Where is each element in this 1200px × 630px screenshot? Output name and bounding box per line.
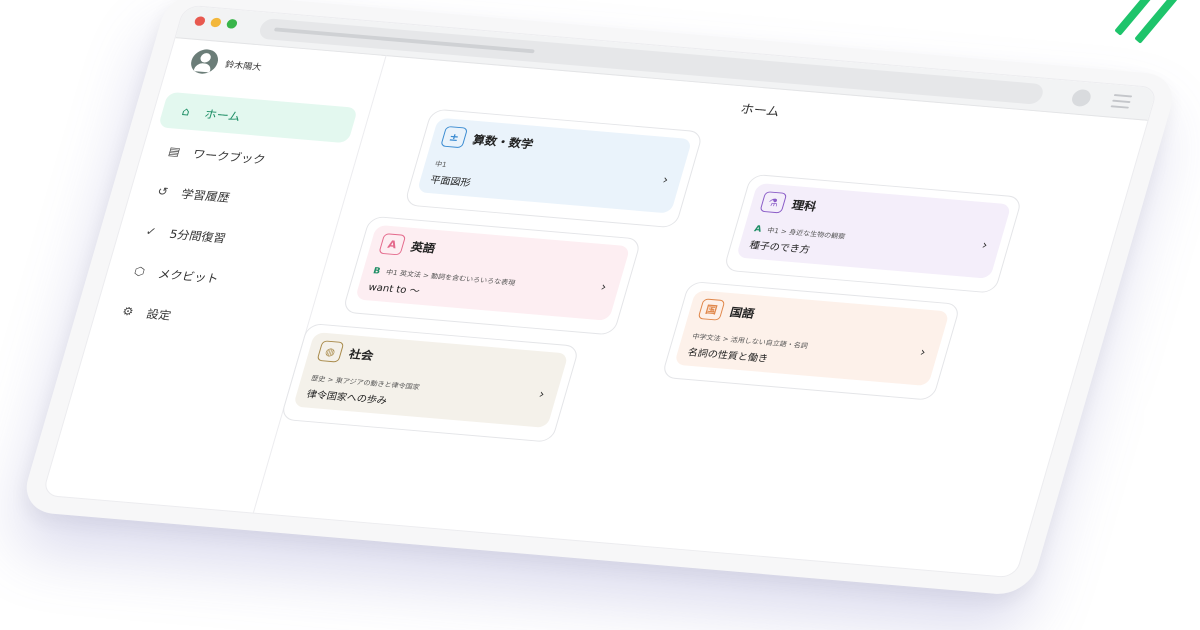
chevron-right-icon[interactable]: ›	[661, 173, 670, 187]
subject-card-header: ⚗ 理科 A 中1 > 身近な生物の観察 種子のでき方 ›	[735, 182, 1012, 279]
app-screen: 鈴木陽大 ⌂ ホーム ▤ ワークブック ↺ 学習履歴 ✓ 5分間復習 ⬡ メクビット ⚙ 設定 ホーム…	[41, 4, 1159, 579]
gear-icon: ⚙	[120, 304, 136, 319]
sidebar-item-label: 5分間復習	[168, 226, 228, 245]
chevron-right-icon[interactable]: ›	[599, 280, 608, 294]
chevron-right-icon[interactable]: ›	[980, 238, 989, 252]
subject-card[interactable]: 国国語 中学文法 > 活用しない自立語・名詞 名詞の性質と働き ›	[660, 280, 962, 401]
subject-name: 社会	[347, 347, 376, 363]
window-controls	[193, 16, 239, 29]
subject-name: 国語	[728, 305, 757, 321]
subject-name: 理科	[790, 197, 819, 213]
main-content: ホーム ± 算数・数学 中1 平面図形 › ⚗ 理科 A 中1 > 身近な生物の観察 種子のでき方…	[253, 55, 1148, 577]
user-name: 鈴木陽大	[223, 60, 263, 73]
cube-icon: ⬡	[132, 264, 147, 279]
user-profile[interactable]: 鈴木陽大	[188, 48, 265, 78]
hamburger-menu-icon[interactable]	[1110, 94, 1133, 109]
subject-card-header: ± 算数・数学 中1 平面図形 ›	[416, 117, 693, 214]
subject-card[interactable]: ± 算数・数学 中1 平面図形 ›	[403, 108, 704, 229]
history-icon: ↺	[155, 184, 170, 199]
subject-card-header: 国国語 中学文法 > 活用しない自立語・名詞 名詞の性質と働き ›	[674, 290, 950, 387]
globe-icon: ◍	[316, 340, 345, 363]
minimize-dot[interactable]	[209, 17, 223, 28]
maximize-dot[interactable]	[225, 18, 239, 29]
tablet-device: 鈴木陽大 ⌂ ホーム ▤ ワークブック ↺ 学習履歴 ✓ 5分間復習 ⬡ メクビット ⚙ 設定 ホーム…	[18, 0, 1180, 597]
subject-card[interactable]: ⚗ 理科 A 中1 > 身近な生物の観察 種子のでき方 ›	[722, 173, 1023, 294]
subject-card-header: ◍ 社会 歴史 > 東アジアの動きと律令国家 律令国家への歩み ›	[292, 332, 569, 428]
chevron-right-icon[interactable]: ›	[918, 346, 927, 360]
avatar	[188, 48, 222, 75]
sidebar-item-label: メクビット	[156, 266, 221, 286]
sidebar-item-label: ホーム	[202, 107, 243, 124]
abc-icon: A	[378, 233, 407, 256]
chevron-right-icon[interactable]: ›	[537, 387, 546, 401]
home-icon: ⌂	[180, 104, 192, 119]
grade-badge: B	[371, 266, 382, 277]
sidebar-item-label: ワークブック	[191, 146, 268, 167]
check-circle-icon: ✓	[144, 224, 159, 239]
grade-badge: A	[752, 224, 763, 235]
profile-avatar[interactable]	[1069, 88, 1093, 108]
subject-card[interactable]: ◍ 社会 歴史 > 東アジアの動きと律令国家 律令国家への歩み ›	[279, 322, 581, 443]
math-icon: ±	[440, 125, 469, 149]
notebook-icon: 国	[697, 298, 726, 321]
subject-card[interactable]: A 英語 B 中1 英文法 > 動詞を含むいろいろな表現 want to ～ ›	[341, 215, 642, 336]
flask-icon: ⚗	[759, 191, 788, 214]
book-icon: ▤	[166, 144, 182, 159]
subject-card-header: A 英語 B 中1 英文法 > 動詞を含むいろいろな表現 want to ～ ›	[354, 224, 631, 321]
close-dot[interactable]	[193, 16, 207, 27]
subject-name: 算数・数学	[471, 132, 535, 151]
sidebar-item-label: 設定	[144, 306, 173, 323]
lesson-breadcrumb-text: 中1	[433, 160, 448, 169]
sidebar-item-label: 学習履歴	[179, 186, 232, 205]
subject-name: 英語	[409, 239, 438, 255]
